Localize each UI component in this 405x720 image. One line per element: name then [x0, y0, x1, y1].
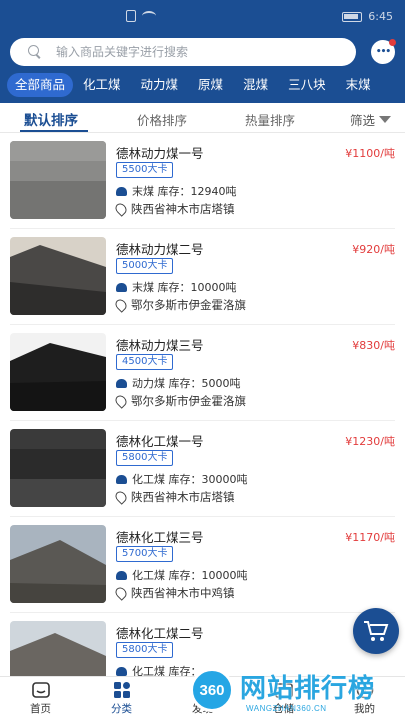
wifi-icon — [142, 11, 156, 21]
product-item[interactable]: 德林动力煤三号 ¥830/吨 4500大卡 动力煤 库存：5000吨 鄂尔多斯市… — [10, 325, 395, 421]
category-mixed-coal[interactable]: 混煤 — [233, 73, 278, 97]
category-power-coal[interactable]: 动力煤 — [131, 73, 189, 97]
sort-bar: 默认排序 价格排序 热量排序 筛选 — [0, 103, 405, 133]
funnel-icon — [379, 116, 391, 123]
tab-profile[interactable]: 我的 — [324, 677, 405, 720]
home-icon — [31, 682, 50, 698]
product-price: ¥1170/吨 — [345, 531, 395, 544]
product-name: 德林化工煤二号 — [116, 626, 204, 641]
product-stock: 末煤 库存：10000吨 — [132, 281, 237, 294]
product-image — [10, 525, 106, 603]
chat-icon: ••• — [375, 47, 391, 57]
location-pin-icon — [113, 201, 129, 217]
category-chemical-coal[interactable]: 化工煤 — [73, 73, 131, 97]
calorie-tag: 4500大卡 — [116, 354, 174, 370]
coal-icon — [116, 666, 127, 676]
product-price: ¥1100/吨 — [345, 147, 395, 160]
product-name: 德林动力煤三号 — [116, 338, 204, 353]
sort-default[interactable]: 默认排序 — [24, 109, 78, 129]
category-38-lump[interactable]: 三八块 — [278, 73, 336, 97]
calorie-tag: 5800大卡 — [116, 450, 174, 466]
location-pin-icon — [113, 393, 129, 409]
calorie-tag: 5000大卡 — [116, 258, 174, 274]
product-image — [10, 621, 106, 676]
coal-icon — [116, 282, 127, 292]
product-price: ¥1230/吨 — [345, 435, 395, 448]
product-stock: 末煤 库存：12940吨 — [132, 185, 237, 198]
tab-category-label: 分类 — [111, 703, 132, 715]
product-stock: 化工煤 库存： — [132, 665, 202, 676]
product-list: 德林动力煤一号 ¥1100/吨 5500大卡 末煤 库存：12940吨 陕西省神… — [0, 133, 405, 676]
bottom-tab-bar: 首页 分类 发现 仓储 我的 — [0, 676, 405, 720]
status-bar: 6:45 — [0, 0, 405, 34]
sort-price[interactable]: 价格排序 — [137, 110, 187, 129]
search-input[interactable] — [56, 45, 326, 59]
tab-discover-label: 发现 — [192, 703, 213, 715]
product-location: 鄂尔多斯市伊金霍洛旗 — [131, 394, 246, 408]
coal-icon — [116, 186, 127, 196]
product-location: 陕西省神木市中鸡镇 — [131, 586, 235, 600]
tab-home[interactable]: 首页 — [0, 677, 81, 720]
product-name: 德林化工煤三号 — [116, 530, 204, 545]
product-item[interactable]: 德林化工煤一号 ¥1230/吨 5800大卡 化工煤 库存：30000吨 陕西省… — [10, 421, 395, 517]
product-item[interactable]: 德林化工煤三号 ¥1170/吨 5700大卡 化工煤 库存：10000吨 陕西省… — [10, 517, 395, 613]
product-image — [10, 429, 106, 507]
tab-warehouse[interactable]: 仓储 — [243, 677, 324, 720]
status-time: 6:45 — [368, 10, 393, 23]
sim-icon — [126, 10, 136, 22]
coal-icon — [116, 378, 127, 388]
product-item[interactable]: 德林化工煤二号 ¥ 5800大卡 化工煤 库存： — [10, 613, 395, 676]
product-item[interactable]: 德林动力煤二号 ¥920/吨 5000大卡 末煤 库存：10000吨 鄂尔多斯市… — [10, 229, 395, 325]
product-name: 德林动力煤二号 — [116, 242, 204, 257]
sort-heat[interactable]: 热量排序 — [245, 110, 295, 129]
product-location: 鄂尔多斯市伊金霍洛旗 — [131, 298, 246, 312]
unread-dot — [389, 39, 396, 46]
category-tabs: 全部商品 化工煤 动力煤 原煤 混煤 三八块 末煤 — [7, 72, 405, 98]
product-stock: 动力煤 库存：5000吨 — [132, 377, 241, 390]
cart-icon — [364, 621, 389, 641]
tab-category[interactable]: 分类 — [81, 677, 162, 720]
sort-active-indicator — [20, 130, 88, 132]
header: 6:45 ••• 全部商品 化工煤 动力煤 原煤 混煤 三八块 末煤 — [0, 0, 405, 103]
product-stock: 化工煤 库存：10000吨 — [132, 569, 248, 582]
product-price: ¥830/吨 — [352, 339, 395, 352]
product-price: ¥920/吨 — [352, 243, 395, 256]
location-pin-icon — [113, 297, 129, 313]
category-raw-coal[interactable]: 原煤 — [188, 73, 233, 97]
product-location: 陕西省神木市店塔镇 — [131, 202, 235, 216]
category-all[interactable]: 全部商品 — [7, 73, 74, 97]
product-name: 德林化工煤一号 — [116, 434, 204, 449]
product-item[interactable]: 德林动力煤一号 ¥1100/吨 5500大卡 末煤 库存：12940吨 陕西省神… — [10, 133, 395, 229]
location-pin-icon — [113, 489, 129, 505]
search-icon — [28, 45, 42, 59]
calorie-tag: 5700大卡 — [116, 546, 174, 562]
tab-home-label: 首页 — [30, 703, 51, 715]
product-location: 陕西省神木市店塔镇 — [131, 490, 235, 504]
calorie-tag: 5500大卡 — [116, 162, 174, 178]
profile-icon — [356, 681, 373, 699]
search-box[interactable] — [10, 38, 356, 66]
coal-icon — [116, 570, 127, 580]
cart-button[interactable] — [353, 608, 399, 654]
filter-button[interactable]: 筛选 — [350, 110, 391, 129]
calorie-tag: 5800大卡 — [116, 642, 174, 658]
product-image — [10, 141, 106, 219]
battery-icon — [342, 11, 363, 22]
compass-icon — [194, 681, 211, 699]
coal-icon — [116, 474, 127, 484]
product-image — [10, 237, 106, 315]
tab-profile-label: 我的 — [354, 703, 375, 715]
location-pin-icon — [113, 585, 129, 601]
product-stock: 化工煤 库存：30000吨 — [132, 473, 248, 486]
category-fine-coal[interactable]: 末煤 — [336, 73, 381, 97]
filter-label: 筛选 — [349, 113, 375, 128]
warehouse-icon — [274, 683, 293, 698]
tab-discover[interactable]: 发现 — [162, 677, 243, 720]
tab-warehouse-label: 仓储 — [273, 703, 294, 715]
product-name: 德林动力煤一号 — [116, 146, 204, 161]
product-image — [10, 333, 106, 411]
category-icon — [113, 682, 130, 698]
message-button[interactable]: ••• — [371, 39, 396, 64]
